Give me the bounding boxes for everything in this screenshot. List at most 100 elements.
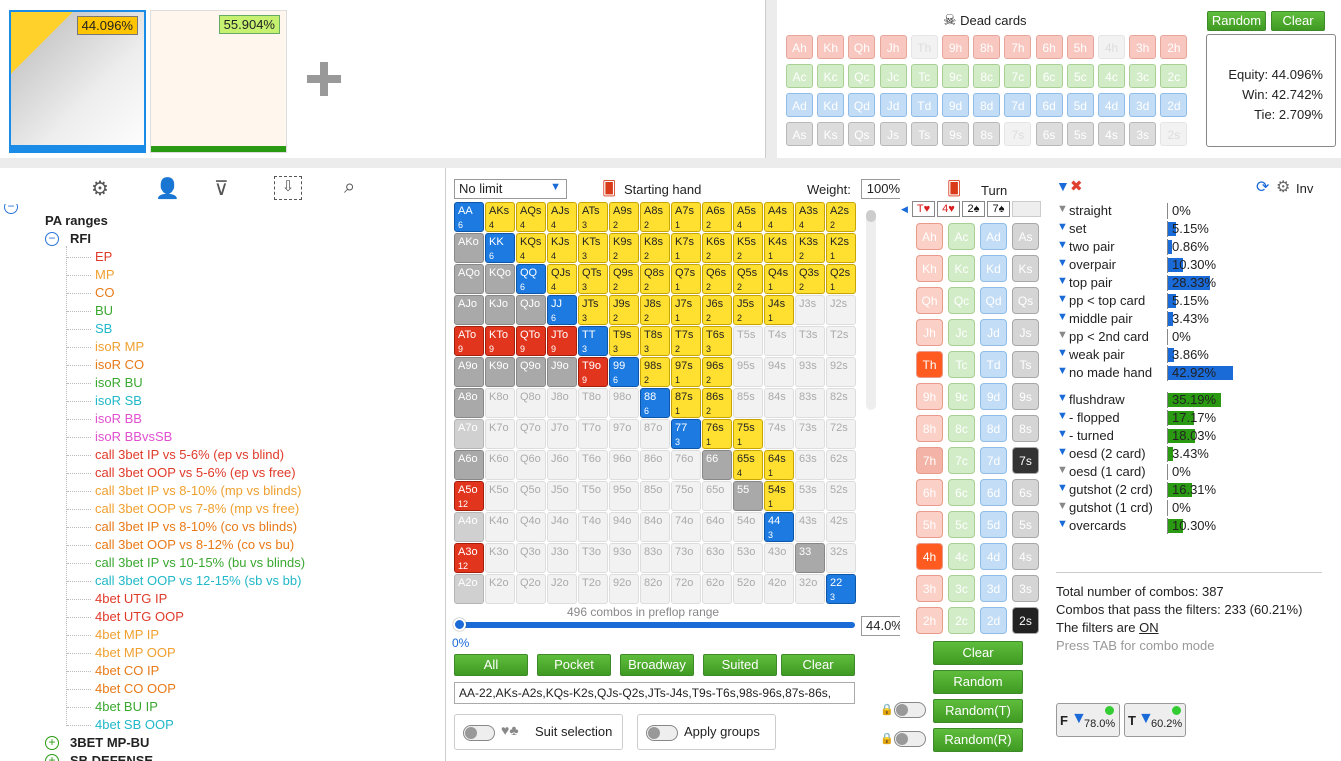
dead-card[interactable]: Ac: [786, 64, 813, 88]
hand-cell[interactable]: K6o: [485, 450, 515, 480]
dead-card[interactable]: Kc: [817, 64, 845, 88]
hand-cell[interactable]: 65s 4: [733, 450, 763, 480]
filter-icon[interactable]: ▼: [1057, 446, 1068, 458]
filter-label[interactable]: oesd (1 card): [1069, 464, 1146, 479]
tree-item[interactable]: 4bet CO OOP: [95, 680, 176, 698]
hand-cell[interactable]: 82s: [826, 388, 856, 418]
turn-card[interactable]: 5c: [948, 511, 975, 538]
hand-cell[interactable]: A4s 4: [764, 202, 794, 232]
hand-cell[interactable]: Q6o: [516, 450, 546, 480]
dead-card[interactable]: Qc: [848, 64, 876, 88]
hand-cell[interactable]: Q8s 2: [640, 264, 670, 294]
hand-cell[interactable]: 83o: [640, 543, 670, 573]
hand-cell[interactable]: QTs 3: [578, 264, 608, 294]
turn-card[interactable]: 9c: [948, 383, 975, 410]
hand-cell[interactable]: T8o: [578, 388, 608, 418]
hand-cell[interactable]: 96s 2: [702, 357, 732, 387]
hand-cell[interactable]: A7o: [454, 419, 484, 449]
filter-icon[interactable]: ▼: [1057, 428, 1068, 440]
tree-item[interactable]: isoR CO: [95, 356, 144, 374]
turn-filter-button[interactable]: T ▼ 60.2%: [1124, 703, 1186, 737]
limit-select[interactable]: No limit ▼: [454, 179, 567, 199]
filter-icon[interactable]: ▼: [1057, 500, 1068, 512]
hand-cell[interactable]: Q5o: [516, 481, 546, 511]
dead-card[interactable]: 4d: [1098, 93, 1125, 117]
hand-cell[interactable]: 85s: [733, 388, 763, 418]
turn-card[interactable]: 3c: [948, 575, 975, 602]
tree-group-rfi[interactable]: RFI: [70, 230, 91, 248]
filter-icon[interactable]: ▼: [1057, 203, 1068, 215]
import-icon[interactable]: ⇩: [274, 176, 302, 200]
turn-card[interactable]: 4c: [948, 543, 975, 570]
filter-icon[interactable]: ▼: [1057, 257, 1068, 269]
dead-card[interactable]: Th: [910, 35, 938, 59]
turn-random-button[interactable]: Random: [933, 670, 1023, 694]
board-card[interactable]: 2♠: [962, 201, 985, 217]
search-icon[interactable]: ⌕: [344, 176, 355, 199]
hand-cell[interactable]: ATs 3: [578, 202, 608, 232]
turn-card[interactable]: 9s: [1012, 383, 1039, 410]
dead-card[interactable]: 5d: [1066, 93, 1094, 117]
hand-cell[interactable]: J6o: [547, 450, 577, 480]
hand-cell[interactable]: QQ 6: [516, 264, 546, 294]
filter-icon[interactable]: ▼: [1057, 392, 1068, 404]
hand-cell[interactable]: 52o: [733, 574, 763, 604]
dead-card[interactable]: 8s: [973, 122, 1001, 146]
hand-cell[interactable]: J2o: [547, 574, 577, 604]
hand-cell[interactable]: J3o: [547, 543, 577, 573]
dead-card[interactable]: 9c: [942, 64, 969, 88]
turn-card[interactable]: 6s: [1012, 479, 1039, 506]
turn-card[interactable]: Th: [916, 351, 943, 378]
hand-cell[interactable]: TT 3: [578, 326, 608, 356]
turn-card[interactable]: Qd: [980, 287, 1007, 314]
turn-card[interactable]: Jh: [916, 319, 943, 346]
turn-card[interactable]: Ad: [980, 223, 1007, 250]
hand-cell[interactable]: 53o: [733, 543, 763, 573]
filter-icon[interactable]: ▼: [1057, 518, 1068, 530]
hand-cell[interactable]: T5s: [733, 326, 763, 356]
hand-cell[interactable]: 42s: [826, 512, 856, 542]
dead-card[interactable]: 3h: [1129, 35, 1157, 59]
turn-card[interactable]: 7c: [948, 447, 975, 474]
hand-cell[interactable]: 92o: [609, 574, 639, 604]
tree-item[interactable]: call 3bet IP vs 8-10% (mp vs blinds): [95, 482, 301, 500]
tree-expand-3bet-icon[interactable]: +: [45, 736, 59, 750]
hand-cell[interactable]: K4s 1: [764, 233, 794, 263]
hand-cell[interactable]: 97s 1: [671, 357, 701, 387]
turn-card[interactable]: Kd: [980, 255, 1007, 282]
tree-group-3bet[interactable]: 3BET MP-BU: [70, 734, 149, 752]
turn-card[interactable]: 2c: [948, 607, 975, 634]
turn-card[interactable]: 5d: [980, 511, 1007, 538]
dead-card[interactable]: 2d: [1160, 93, 1188, 117]
turn-card[interactable]: Js: [1012, 319, 1039, 346]
hand-cell[interactable]: 32s: [826, 543, 856, 573]
hand-cell[interactable]: 43o: [764, 543, 794, 573]
hand-cell[interactable]: 84s: [764, 388, 794, 418]
dead-card[interactable]: Kd: [817, 93, 845, 117]
hand-cell[interactable]: T3o: [578, 543, 608, 573]
hand-cell[interactable]: 94s: [764, 357, 794, 387]
tree-item[interactable]: isoR MP: [95, 338, 144, 356]
hand-range-1-thumbnail[interactable]: 44.096%: [9, 10, 146, 153]
hand-cell[interactable]: A2o: [454, 574, 484, 604]
dead-card[interactable]: Jd: [879, 93, 907, 117]
hand-cell[interactable]: J9s 2: [609, 295, 639, 325]
filter-icon[interactable]: ▼: [1057, 239, 1068, 251]
dead-card[interactable]: 5c: [1066, 64, 1094, 88]
flop-filter-button[interactable]: F ▼ 78.0%: [1056, 703, 1120, 737]
turn-card[interactable]: 8s: [1012, 415, 1039, 442]
lock-icon[interactable]: 🔒: [880, 732, 894, 745]
grid-scrollbar[interactable]: [866, 210, 876, 410]
hand-cell[interactable]: J3s: [795, 295, 825, 325]
filter-icon[interactable]: ▼: [1057, 275, 1068, 287]
hand-cell[interactable]: K4o: [485, 512, 515, 542]
filter-label[interactable]: set: [1069, 221, 1086, 236]
hand-cell[interactable]: T7o: [578, 419, 608, 449]
hand-cell[interactable]: QJo: [516, 295, 546, 325]
turn-card[interactable]: 4h: [916, 543, 943, 570]
filter-label[interactable]: gutshot (1 crd): [1069, 500, 1153, 515]
turn-card[interactable]: 6d: [980, 479, 1007, 506]
hand-cell[interactable]: 73o: [671, 543, 701, 573]
random-t-button[interactable]: Random(T): [933, 699, 1023, 723]
hand-cell[interactable]: JTs 3: [578, 295, 608, 325]
